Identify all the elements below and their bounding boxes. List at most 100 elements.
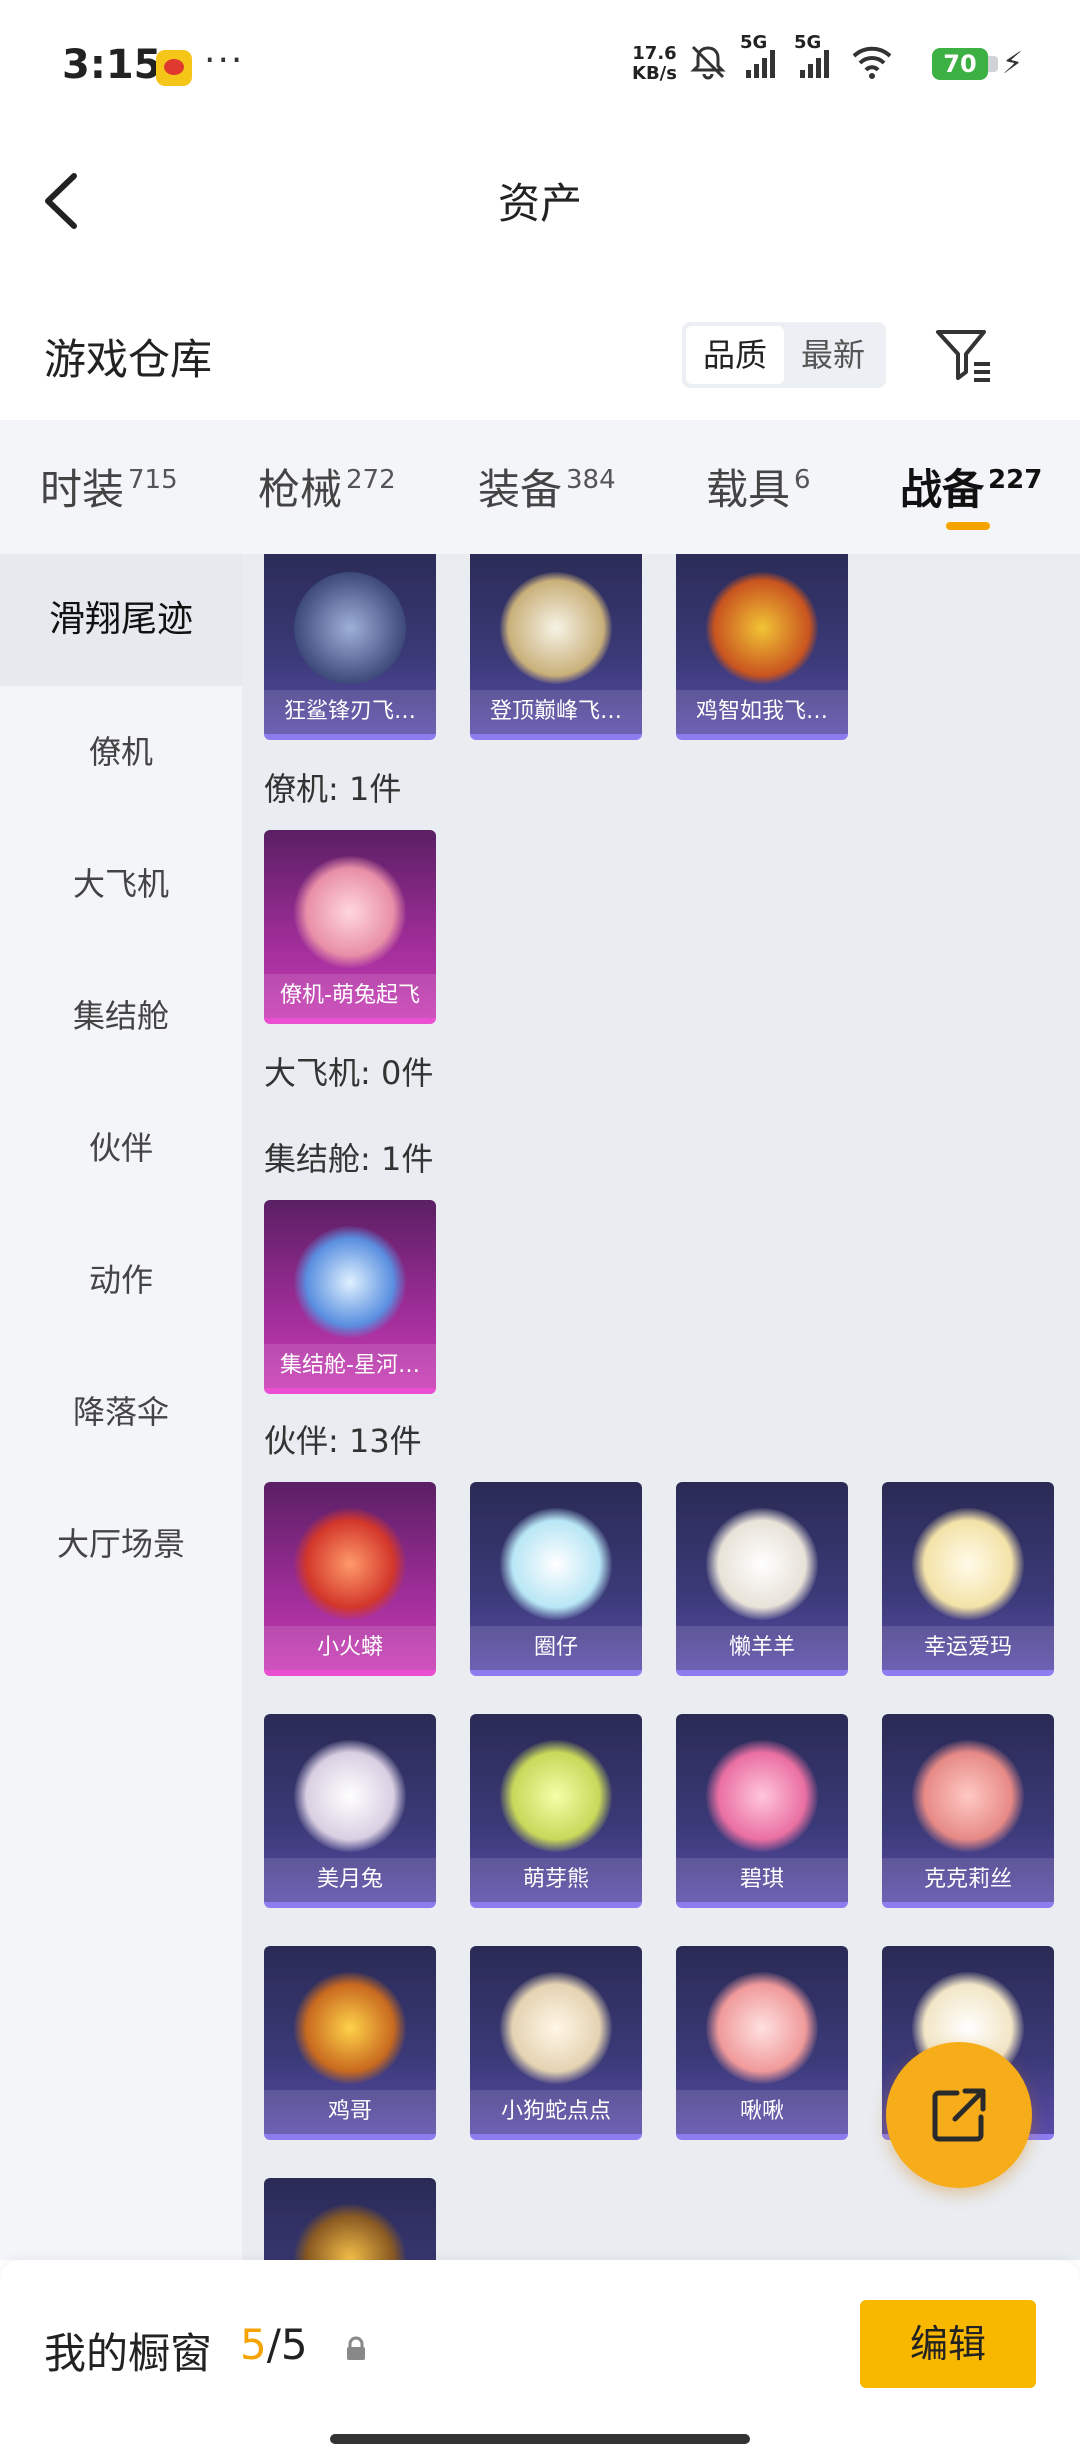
- side-item-assembly-pod[interactable]: 集结舱: [0, 950, 242, 1082]
- showcase-count-current: 5: [240, 2320, 267, 2369]
- tab-battle-prep[interactable]: 战备 227: [900, 456, 1042, 526]
- item-image: [294, 572, 406, 684]
- side-item-glide-trail[interactable]: 滑翔尾迹: [0, 554, 242, 686]
- item-image: [912, 1508, 1024, 1620]
- side-item-parachute[interactable]: 降落伞: [0, 1346, 242, 1478]
- warehouse-row: 游戏仓库 品质 最新: [0, 300, 1080, 410]
- item-card[interactable]: 幸运爱玛: [882, 1482, 1054, 1676]
- item-image: [500, 572, 612, 684]
- item-name: 小火蟒: [264, 1626, 436, 1670]
- share-icon: [932, 2088, 986, 2142]
- item-image: [294, 856, 406, 968]
- tab-label: 装备: [478, 465, 563, 514]
- section-title: 集结舱: 1件: [264, 1140, 434, 1178]
- item-name: 圈仔: [470, 1626, 642, 1670]
- item-name: 鸡智如我飞…: [676, 690, 848, 734]
- item-card[interactable]: 啾啾: [676, 1946, 848, 2140]
- item-image: [294, 1508, 406, 1620]
- item-card[interactable]: 僚机-萌兔起飞: [264, 830, 436, 1024]
- mute-icon: [688, 42, 728, 86]
- signal-icon: 5G: [740, 32, 782, 86]
- app-badge-icon: [156, 50, 192, 86]
- sort-toggle: 品质 最新: [682, 322, 886, 388]
- signal-label: 5G: [740, 32, 768, 53]
- tab-guns[interactable]: 枪械 272: [258, 456, 396, 526]
- item-name: 集结舱-星河…: [264, 1344, 436, 1388]
- item-card[interactable]: 美月兔: [264, 1714, 436, 1908]
- item-image: [294, 1226, 406, 1338]
- item-name: 僚机-萌兔起飞: [264, 974, 436, 1018]
- item-card[interactable]: 鸡智如我飞…: [676, 554, 848, 740]
- status-bar: 3:15 ··· 17.6 KB/s 5G 5G 70 ⚡: [0, 0, 1080, 130]
- item-card[interactable]: 登顶巅峰飞…: [470, 554, 642, 740]
- home-indicator[interactable]: [330, 2434, 750, 2444]
- side-item-big-plane[interactable]: 大飞机: [0, 818, 242, 950]
- side-item-lobby-scene[interactable]: 大厅场景: [0, 1478, 242, 1610]
- signal-label-2: 5G: [794, 32, 822, 53]
- item-card[interactable]: 圈仔: [470, 1482, 642, 1676]
- header: 资产: [0, 130, 1080, 270]
- net-speed-unit: KB/s: [632, 63, 677, 84]
- item-name: 狂鲨锋刃飞…: [264, 690, 436, 734]
- category-tabs: 时装 715 枪械 272 装备 384 载具 6 战备 227: [0, 420, 1080, 554]
- item-image: [912, 1740, 1024, 1852]
- item-card[interactable]: 狂鲨锋刃飞…: [264, 554, 436, 740]
- filter-icon: [936, 330, 990, 382]
- item-image: [706, 1740, 818, 1852]
- item-name: 美月兔: [264, 1858, 436, 1902]
- status-time: 3:15: [62, 42, 162, 88]
- item-card[interactable]: 鸡哥: [264, 1946, 436, 2140]
- item-card[interactable]: [264, 2178, 436, 2260]
- tab-label: 枪械: [258, 465, 343, 514]
- wifi-icon: [850, 42, 894, 86]
- tab-vehicles[interactable]: 载具 6: [706, 456, 811, 526]
- net-speed: 17.6 KB/s: [632, 44, 677, 84]
- lock-icon: [344, 2336, 368, 2362]
- side-item-emote[interactable]: 动作: [0, 1214, 242, 1346]
- showcase-count-total: /5: [266, 2320, 308, 2369]
- item-card[interactable]: 小火蟒: [264, 1482, 436, 1676]
- section-title: 僚机: 1件: [264, 770, 402, 808]
- item-card[interactable]: 集结舱-星河…: [264, 1200, 436, 1394]
- item-image: [500, 1508, 612, 1620]
- battery-tip: [988, 56, 998, 72]
- item-name: 啾啾: [676, 2090, 848, 2134]
- sort-quality-option[interactable]: 品质: [686, 326, 784, 384]
- side-item-companion[interactable]: 伙伴: [0, 1082, 242, 1214]
- item-name: 克克莉丝: [882, 1858, 1054, 1902]
- item-image: [294, 1972, 406, 2084]
- side-nav: 滑翔尾迹 僚机 大飞机 集结舱 伙伴 动作 降落伞 大厅场景: [0, 554, 242, 2260]
- item-card[interactable]: 萌芽熊: [470, 1714, 642, 1908]
- item-image: [500, 1972, 612, 2084]
- net-speed-value: 17.6: [632, 43, 677, 64]
- item-image: [500, 1740, 612, 1852]
- tab-label: 时装: [40, 465, 125, 514]
- tab-equipment[interactable]: 装备 384: [478, 456, 616, 526]
- item-card[interactable]: 懒羊羊: [676, 1482, 848, 1676]
- item-name: 懒羊羊: [676, 1626, 848, 1670]
- filter-button[interactable]: [930, 322, 996, 388]
- tab-fashion[interactable]: 时装 715: [40, 456, 178, 526]
- item-image: [706, 572, 818, 684]
- share-button[interactable]: [886, 2042, 1032, 2188]
- item-grid: 狂鲨锋刃飞… 登顶巅峰飞… 鸡智如我飞… 僚机: 1件 僚机-萌兔起飞 大飞机:…: [242, 554, 1080, 2260]
- item-name: 小狗蛇点点: [470, 2090, 642, 2134]
- edit-button[interactable]: 编辑: [860, 2300, 1036, 2388]
- item-name: 鸡哥: [264, 2090, 436, 2134]
- tab-label: 载具: [706, 465, 791, 514]
- sort-newest-option[interactable]: 最新: [784, 326, 882, 384]
- status-icons: 5G 5G: [688, 32, 908, 86]
- item-image: [294, 1740, 406, 1852]
- tab-label: 战备: [900, 465, 985, 514]
- bottom-bar: 我的橱窗 5/5 编辑: [0, 2260, 1080, 2460]
- item-image: [706, 1508, 818, 1620]
- active-tab-indicator: [946, 522, 990, 530]
- side-item-wingman[interactable]: 僚机: [0, 686, 242, 818]
- item-image: [294, 2204, 406, 2260]
- tab-count: 715: [128, 465, 178, 495]
- item-card[interactable]: 克克莉丝: [882, 1714, 1054, 1908]
- item-card[interactable]: 碧琪: [676, 1714, 848, 1908]
- showcase-count: 5/5: [240, 2320, 308, 2369]
- item-card[interactable]: 小狗蛇点点: [470, 1946, 642, 2140]
- item-name: 登顶巅峰飞…: [470, 690, 642, 734]
